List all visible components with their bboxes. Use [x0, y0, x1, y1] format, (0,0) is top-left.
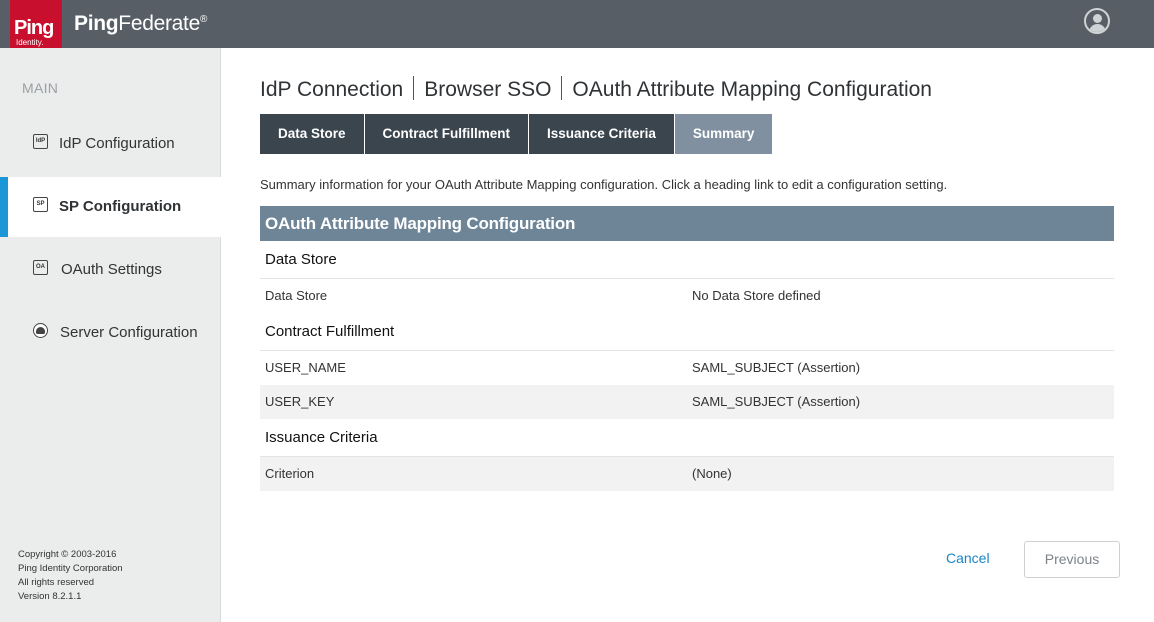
copyright-info: Copyright © 2003-2016 Ping Identity Corp… — [18, 548, 123, 604]
sp-icon: SP — [33, 197, 48, 212]
breadcrumb-oauth-mapping: OAuth Attribute Mapping Configuration — [572, 78, 932, 101]
server-icon — [33, 323, 48, 338]
wizard-tabs: Data Store Contract Fulfillment Issuance… — [260, 114, 773, 154]
active-indicator — [0, 177, 8, 237]
summary-description: Summary information for your OAuth Attri… — [260, 177, 948, 192]
sidebar-item-label: IdP Configuration — [59, 135, 175, 152]
row-key: USER_KEY — [265, 394, 335, 409]
copyright-rights: All rights reserved — [18, 577, 95, 588]
section-title-data-store[interactable]: Data Store — [260, 241, 1114, 279]
sidebar: MAIN IdP IdP Configuration SP SP Configu… — [0, 48, 231, 622]
sidebar-item-label: Server Configuration — [60, 324, 198, 341]
sidebar-item-server-configuration[interactable]: Server Configuration — [0, 303, 221, 363]
sidebar-section-label: MAIN — [22, 80, 59, 96]
tab-issuance-criteria[interactable]: Issuance Criteria — [529, 114, 674, 154]
breadcrumb-separator — [561, 76, 563, 100]
avatar-body — [1089, 24, 1106, 32]
row-value: SAML_SUBJECT (Assertion) — [692, 394, 861, 409]
idp-icon: IdP — [33, 134, 48, 149]
product-name-rest: Federate — [118, 12, 200, 35]
sidebar-item-oauth-settings[interactable]: OA OAuth Settings — [0, 240, 221, 300]
breadcrumb-idp-connection: IdP Connection — [260, 78, 404, 101]
active-arrow — [222, 177, 231, 237]
sidebar-item-sp-configuration[interactable]: SP SP Configuration — [0, 177, 231, 237]
row-key: USER_NAME — [265, 360, 346, 375]
top-bar: Ping Identity. PingFederate® — [0, 0, 1154, 52]
avatar-head — [1093, 14, 1102, 23]
previous-button[interactable]: Previous — [1024, 541, 1120, 578]
logo-text: Ping — [14, 17, 54, 39]
breadcrumb-browser-sso: Browser SSO — [424, 78, 552, 101]
summary-row: USER_KEY SAML_SUBJECT (Assertion) — [260, 385, 1114, 419]
page-title-breadcrumb: IdP Connection Browser SSO OAuth Attribute… — [260, 76, 932, 102]
row-value: SAML_SUBJECT (Assertion) — [692, 360, 861, 375]
oauth-icon: OA — [33, 260, 48, 275]
user-avatar-icon[interactable] — [1084, 8, 1110, 34]
row-value: (None) — [692, 466, 732, 481]
version-label: Version 8.2.1.1 — [18, 591, 82, 602]
product-name: PingFederate® — [74, 12, 207, 36]
summary-row: Criterion (None) — [260, 457, 1114, 491]
breadcrumb-separator — [413, 76, 415, 100]
copyright-company: Ping Identity Corporation — [18, 563, 123, 574]
row-value: No Data Store defined — [692, 288, 821, 303]
summary-panel: OAuth Attribute Mapping Configuration Da… — [260, 206, 1114, 491]
summary-row: Data Store No Data Store defined — [260, 279, 1114, 313]
sidebar-item-label: OAuth Settings — [61, 261, 162, 278]
sidebar-item-label: SP Configuration — [59, 198, 182, 215]
ping-identity-logo[interactable]: Ping Identity. — [10, 0, 62, 52]
logo-subtext: Identity. — [16, 38, 44, 47]
sidebar-item-idp-configuration[interactable]: IdP IdP Configuration — [0, 114, 221, 174]
panel-header: OAuth Attribute Mapping Configuration — [260, 206, 1114, 241]
summary-row: USER_NAME SAML_SUBJECT (Assertion) — [260, 351, 1114, 385]
copyright-line: Copyright © 2003-2016 — [18, 549, 117, 560]
row-key: Data Store — [265, 288, 328, 303]
registered-mark: ® — [199, 14, 208, 25]
section-title-issuance-criteria[interactable]: Issuance Criteria — [260, 419, 1114, 457]
product-name-bold: Ping — [74, 12, 119, 35]
cancel-link[interactable]: Cancel — [946, 550, 990, 566]
tab-contract-fulfillment[interactable]: Contract Fulfillment — [364, 114, 529, 154]
row-key: Criterion — [265, 466, 315, 481]
tab-summary[interactable]: Summary — [674, 114, 773, 154]
tab-data-store[interactable]: Data Store — [260, 114, 364, 154]
section-title-contract-fulfillment[interactable]: Contract Fulfillment — [260, 313, 1114, 351]
